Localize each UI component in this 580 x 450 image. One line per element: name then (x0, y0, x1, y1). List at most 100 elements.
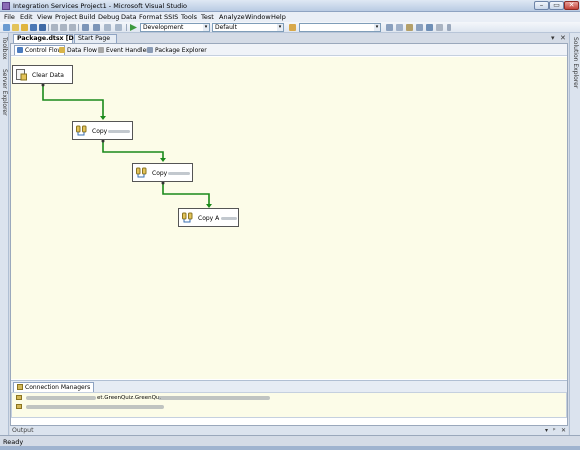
toolbar-separator (126, 24, 127, 31)
solution-explorer-icon[interactable] (386, 24, 393, 31)
properties-icon[interactable] (396, 24, 403, 31)
control-flow-icon (17, 47, 23, 53)
task-label: Copy (152, 170, 168, 177)
find-icon[interactable] (289, 24, 296, 31)
tab-data-flow-label: Data Flow (67, 47, 97, 54)
menu-tools[interactable]: Tools (181, 13, 197, 21)
control-flow-canvas[interactable] (11, 57, 567, 379)
package-explorer-icon (147, 47, 153, 53)
toolbox-tab[interactable]: Toolbox (1, 37, 8, 60)
menu-window[interactable]: Window (245, 13, 271, 21)
save-icon[interactable] (30, 24, 37, 31)
menu-format[interactable]: Format (139, 13, 162, 21)
data-flow-task-icon (76, 125, 87, 136)
object-browser-icon[interactable] (406, 24, 413, 31)
menu-ssis[interactable]: SSIS (164, 13, 178, 21)
output-title: Output (12, 427, 34, 434)
navigate-back-icon[interactable] (104, 24, 111, 31)
tab-package-explorer[interactable]: Package Explorer (144, 45, 210, 55)
task-copy-1[interactable]: Copy (72, 121, 133, 140)
task-label: Copy A (198, 215, 220, 222)
solution-platform-dropdown[interactable]: Default ▾ (212, 23, 284, 32)
cut-icon[interactable] (51, 24, 58, 31)
document-tab-strip: Package.dtsx [Design]* Start Page ▾ ✕ (10, 33, 568, 43)
output-panel-header: Output ▾ ᵖ ✕ (10, 425, 568, 435)
open-icon[interactable] (21, 24, 28, 31)
close-button[interactable]: ✕ (564, 1, 579, 10)
minimize-button[interactable]: – (534, 1, 549, 10)
right-dock: Solution Explorer (569, 33, 580, 435)
connection-manager-icon (17, 384, 23, 390)
menu-edit[interactable]: Edit (20, 13, 33, 21)
connection-icon (16, 395, 22, 400)
output-dropdown-icon[interactable]: ▾ (545, 427, 548, 434)
find-combo[interactable]: ▾ (299, 23, 381, 32)
tab-list-dropdown-icon[interactable]: ▾ (551, 34, 555, 42)
maximize-button[interactable]: ▭ (549, 1, 564, 10)
solution-explorer-tab[interactable]: Solution Explorer (572, 37, 579, 88)
menu-build[interactable]: Build (79, 13, 95, 21)
navigate-forward-icon[interactable] (115, 24, 122, 31)
connection-managers-tray[interactable]: et.GreenQuiz.GreenQu. (11, 392, 567, 418)
chevron-down-icon: ▾ (374, 24, 380, 31)
menu-project[interactable]: Project (55, 13, 77, 21)
redacted-text (168, 172, 190, 175)
options-icon[interactable] (436, 24, 443, 31)
connection-item[interactable] (16, 404, 164, 411)
close-document-icon[interactable]: ✕ (560, 34, 566, 42)
solution-configuration-dropdown[interactable]: Development ▾ (140, 23, 210, 32)
status-text: Ready (3, 438, 24, 446)
menu-analyze[interactable]: Analyze (219, 13, 245, 21)
output-close-icon[interactable]: ✕ (561, 427, 566, 434)
output-pin-icon[interactable]: ᵖ (553, 427, 556, 434)
add-item-icon[interactable] (12, 24, 19, 31)
toolbar-separator (78, 24, 79, 31)
tab-package-design[interactable]: Package.dtsx [Design]* (13, 34, 99, 43)
server-explorer-tab[interactable]: Server Explorer (1, 69, 8, 116)
menu-debug[interactable]: Debug (98, 13, 119, 21)
start-page-icon[interactable] (426, 24, 433, 31)
task-copy-3[interactable]: Copy A (178, 208, 239, 227)
redacted-text (108, 130, 130, 133)
menu-data[interactable]: Data (121, 13, 137, 21)
tab-start-page[interactable]: Start Page (74, 34, 117, 43)
configuration-value: Development (143, 24, 184, 31)
redacted-text (221, 217, 237, 220)
undo-icon[interactable] (82, 24, 89, 31)
start-debug-icon[interactable] (130, 24, 137, 31)
taskbar-strip (0, 446, 580, 450)
execute-sql-task-icon (16, 69, 27, 81)
tab-connection-managers[interactable]: Connection Managers (13, 382, 95, 392)
task-clear-data[interactable]: Clear Data (12, 65, 73, 84)
task-label: Copy (92, 128, 108, 135)
tab-data-flow[interactable]: Data Flow (56, 45, 100, 55)
menu-view[interactable]: View (37, 13, 52, 21)
save-all-icon[interactable] (39, 24, 46, 31)
menu-help[interactable]: Help (271, 13, 286, 21)
connection-item-label: et.GreenQuiz.GreenQu. (97, 395, 162, 401)
left-dock: Toolbox Server Explorer (0, 33, 9, 435)
connection-managers-header: Connection Managers (11, 380, 567, 392)
redacted-text (26, 396, 96, 400)
visual-studio-icon (2, 2, 10, 10)
new-project-icon[interactable] (3, 24, 10, 31)
menu-file[interactable]: File (4, 13, 15, 21)
title-bar: Integration Services Project1 - Microsof… (0, 0, 580, 12)
connection-icon (16, 404, 22, 409)
toolbox-icon[interactable] (416, 24, 423, 31)
copy-icon[interactable] (60, 24, 67, 31)
menu-test[interactable]: Test (201, 13, 214, 21)
redo-icon[interactable] (93, 24, 100, 31)
data-flow-task-icon (182, 212, 193, 223)
chevron-down-icon: ▾ (203, 24, 209, 31)
connection-managers-label: Connection Managers (25, 384, 91, 391)
task-copy-2[interactable]: Copy (132, 163, 193, 182)
event-handlers-icon (98, 47, 104, 53)
connection-item[interactable]: et.GreenQuiz.GreenQu. (16, 395, 270, 402)
toolbar-separator (48, 24, 49, 31)
platform-value: Default (215, 24, 237, 31)
tab-package-explorer-label: Package Explorer (155, 47, 207, 54)
toolbar-overflow-icon[interactable] (447, 24, 451, 31)
paste-icon[interactable] (69, 24, 76, 31)
window-title: Integration Services Project1 - Microsof… (13, 2, 188, 10)
